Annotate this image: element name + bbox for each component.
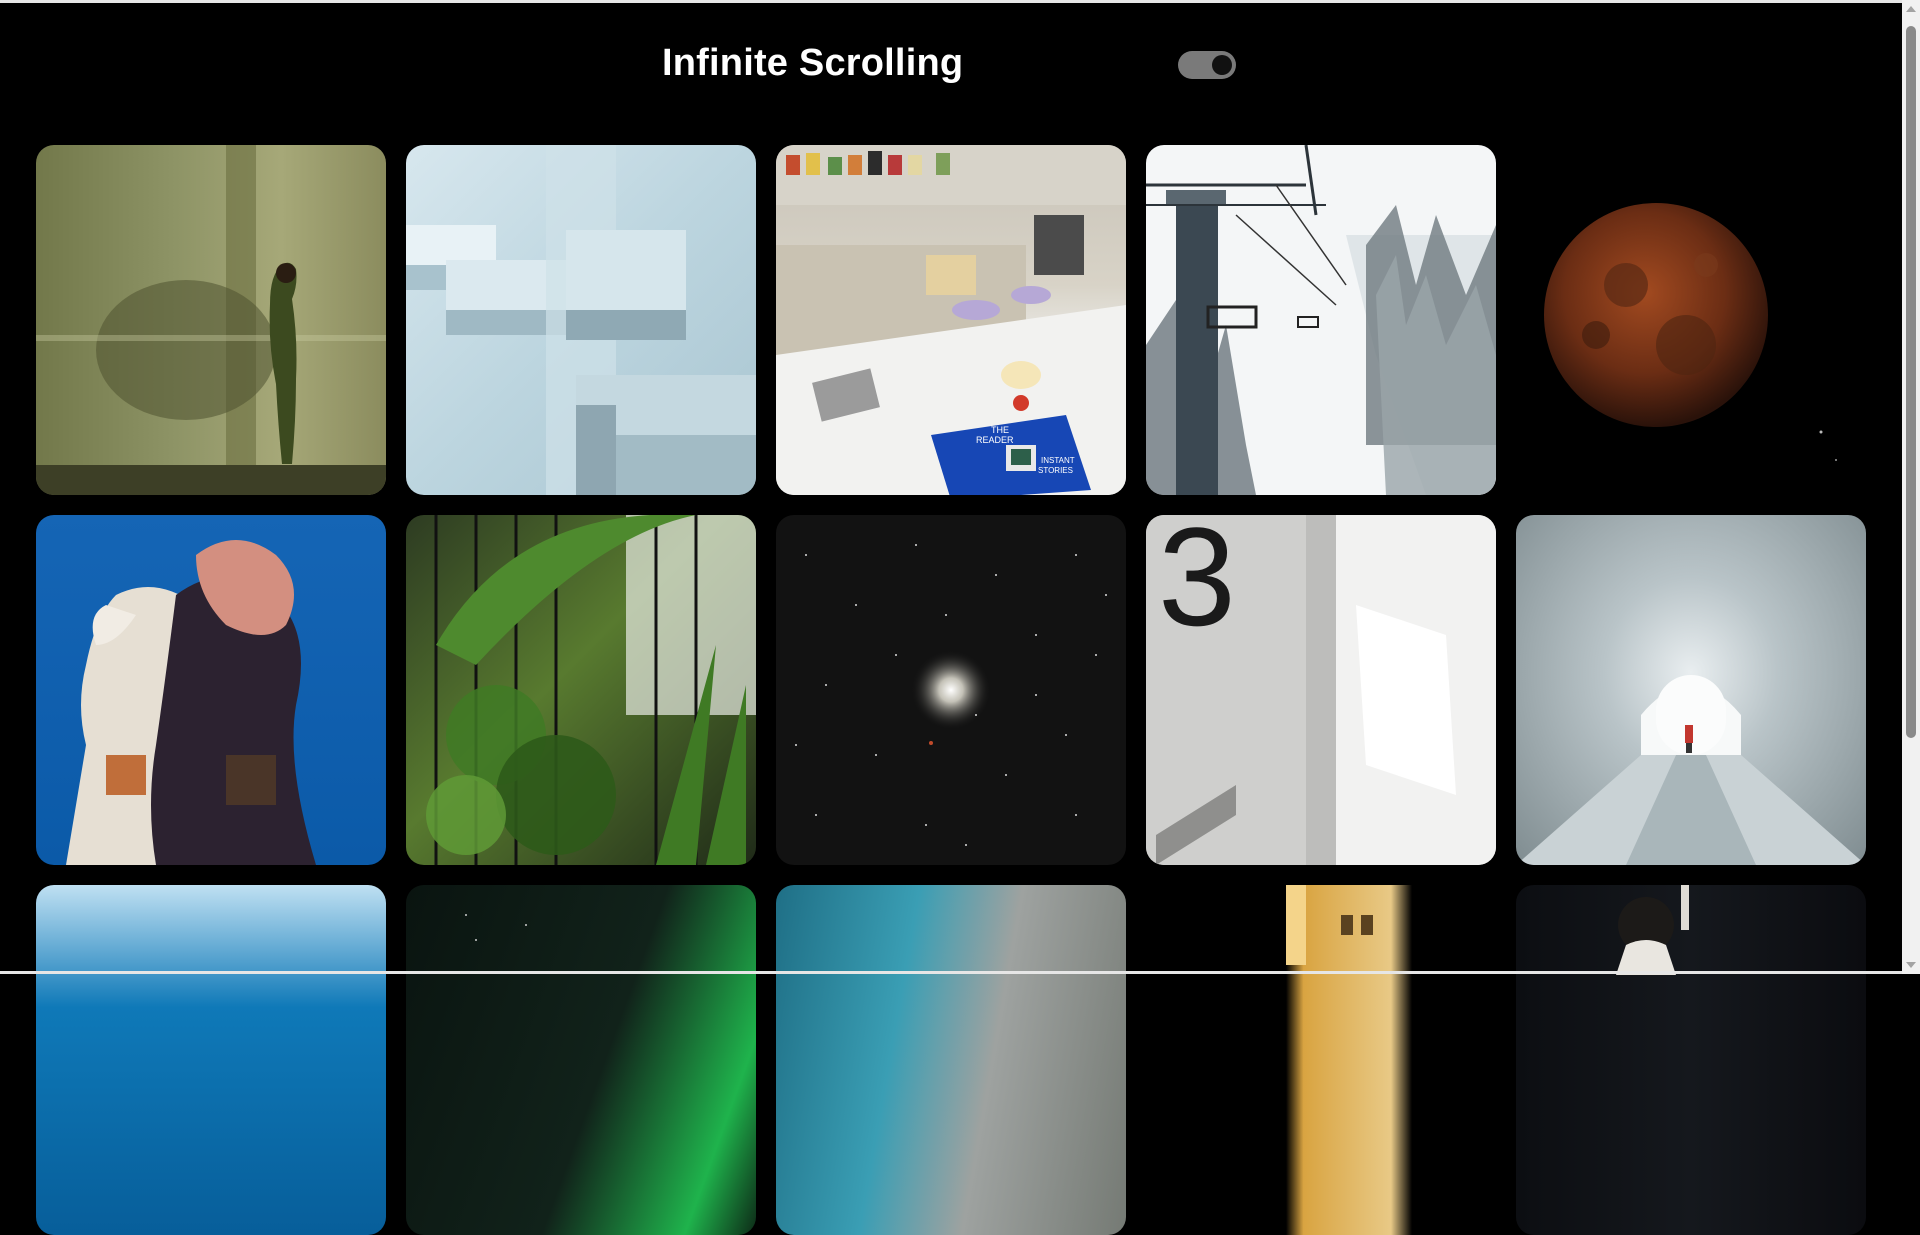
book-title-line-2: READER (976, 435, 1014, 445)
gallery-tile-woman-portrait-dark[interactable] (1516, 885, 1866, 1235)
gallery-tile-abstract-blue-architecture[interactable] (406, 145, 756, 495)
aurora-image (465, 914, 527, 941)
page-title: Infinite Scrolling (662, 42, 964, 84)
gallery-tile-woman-against-wall[interactable] (36, 145, 386, 495)
blood-moon-image (1544, 203, 1837, 461)
tropical-plants-image (426, 515, 756, 865)
book-title-line-1: THE (991, 425, 1009, 435)
book-subtitle-line-2: STORIES (1038, 466, 1073, 475)
infinite-scroll-toggle[interactable] (1178, 51, 1236, 79)
aerial-coastline-image (776, 885, 1126, 1235)
scroll-down-arrow-icon[interactable] (1906, 962, 1916, 968)
ocean-horizon-image (36, 885, 386, 1235)
gallery-tile-wall-number-three[interactable]: 3 (1146, 515, 1496, 865)
wall-number-image: 3 (1146, 515, 1496, 865)
woman-portrait-image (1616, 885, 1689, 975)
scroll-up-arrow-icon[interactable] (1906, 6, 1916, 12)
scrollbar-thumb[interactable] (1906, 26, 1916, 738)
gallery-tile-ocean-horizon[interactable] (36, 885, 386, 1235)
gallery-tile-star-cluster[interactable] (776, 515, 1126, 865)
vertical-scrollbar[interactable] (1902, 0, 1920, 974)
gallery-tile-blood-moon[interactable] (1516, 145, 1866, 495)
gallery-tile-theatre-marquee-night[interactable] (1146, 885, 1496, 1235)
toggle-knob (1212, 55, 1232, 75)
gallery-tile-kitchen-counter-book[interactable]: THE READER INSTANT STORIES (776, 145, 1126, 495)
tunnel-hallway-image (1516, 675, 1866, 865)
wall-number-text: 3 (1158, 515, 1236, 655)
person-with-horse-image (66, 540, 316, 865)
theatre-marquee-image (1286, 885, 1373, 965)
book-subtitle-line-1: INSTANT (1041, 456, 1075, 465)
ski-lift-image (1146, 145, 1496, 495)
gallery-tile-tropical-plants-fence[interactable] (406, 515, 756, 865)
gallery-tile-aurora-night-sky[interactable] (406, 885, 756, 1235)
gallery-tile-tunnel-hallway[interactable] (1516, 515, 1866, 865)
kitchen-counter-image: THE READER INSTANT STORIES (776, 145, 1126, 495)
abstract-architecture-image (406, 145, 756, 495)
gallery-tile-aerial-coastline[interactable] (776, 885, 1126, 1235)
woman-against-wall-image (36, 145, 386, 495)
gallery-tile-ski-lift-snow-forest[interactable] (1146, 145, 1496, 495)
star-cluster-image (795, 544, 1107, 846)
gallery-tile-person-with-horse[interactable] (36, 515, 386, 865)
